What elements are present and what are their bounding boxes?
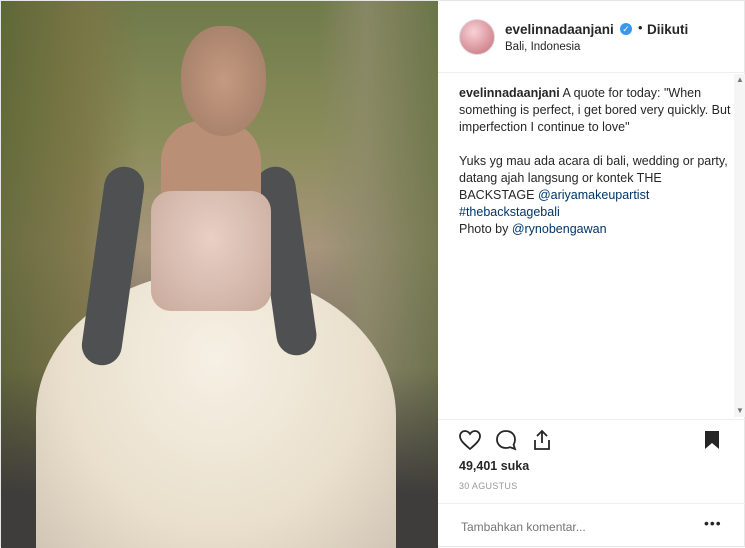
photographer-mention-link[interactable]: @rynobengawan xyxy=(512,222,607,236)
heart-icon[interactable] xyxy=(458,428,482,452)
scroll-up-icon[interactable]: ▲ xyxy=(734,74,745,86)
photo-corset xyxy=(151,191,271,311)
post-actions xyxy=(438,419,745,459)
post-sidebar: evelinnadaanjani ✓ • Diikuti Bali, Indon… xyxy=(438,1,745,548)
photo-credit-text: Photo by xyxy=(459,222,512,236)
scroll-down-icon[interactable]: ▼ xyxy=(734,405,745,417)
instagram-post: evelinnadaanjani ✓ • Diikuti Bali, Indon… xyxy=(0,0,745,548)
mention-link[interactable]: @ariyamakeupartist xyxy=(538,188,649,202)
bookmark-icon[interactable] xyxy=(700,428,724,452)
more-options-icon[interactable]: ••• xyxy=(704,515,722,531)
post-caption: evelinnadaanjani A quote for today: "Whe… xyxy=(459,85,734,238)
post-date[interactable]: 30 AGUSTUS xyxy=(459,481,518,491)
separator-dot: • xyxy=(638,20,643,35)
post-header: evelinnadaanjani ✓ • Diikuti Bali, Indon… xyxy=(438,1,745,73)
photo-head xyxy=(181,26,266,136)
comment-input[interactable] xyxy=(459,517,693,537)
post-photo[interactable] xyxy=(1,1,438,548)
caption-paragraph: evelinnadaanjani A quote for today: "Whe… xyxy=(459,85,734,136)
caption-username-link[interactable]: evelinnadaanjani xyxy=(459,86,560,100)
caption-paragraph-2: Yuks yg mau ada acara di bali, wedding o… xyxy=(459,153,734,238)
location-link[interactable]: Bali, Indonesia xyxy=(505,41,580,53)
share-icon[interactable] xyxy=(530,428,554,452)
comment-section: ••• xyxy=(438,503,745,548)
hashtag-link[interactable]: #thebackstagebali xyxy=(459,205,560,219)
caption-scrollbar[interactable]: ▲ ▼ xyxy=(734,74,745,417)
follow-status-button[interactable]: Diikuti xyxy=(647,22,688,37)
username-link[interactable]: evelinnadaanjani xyxy=(505,22,614,37)
comment-icon[interactable] xyxy=(494,428,518,452)
likes-count[interactable]: 49,401 suka xyxy=(459,459,529,473)
avatar[interactable] xyxy=(459,19,495,55)
verified-badge-icon: ✓ xyxy=(620,23,632,35)
